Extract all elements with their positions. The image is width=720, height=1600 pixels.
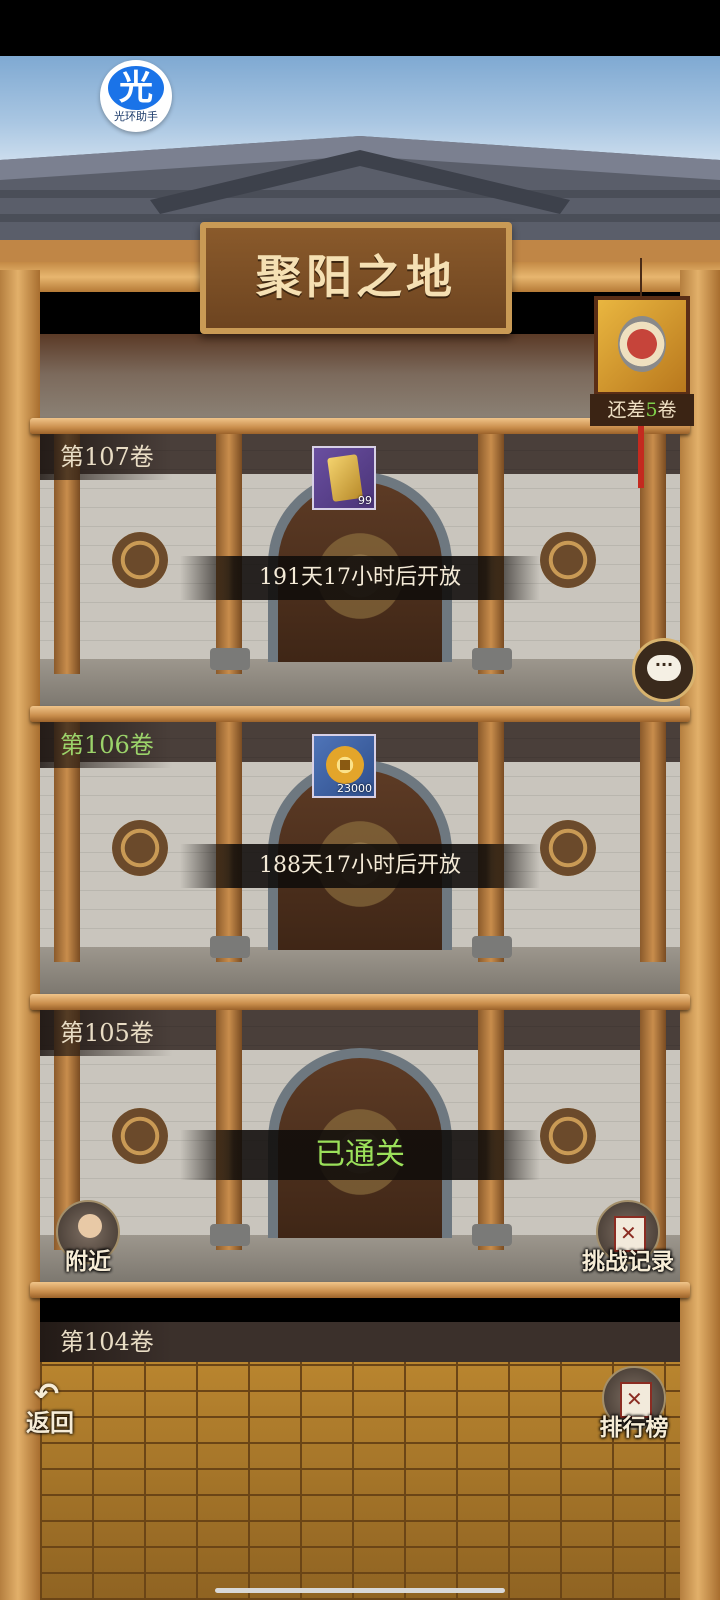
challenge-record-button[interactable]: 挑战记录 (568, 1200, 688, 1276)
title-board: 聚阳之地 (200, 222, 512, 334)
level-card-106[interactable]: 第106卷 23000 188天17小时后开放 (40, 722, 680, 997)
pillar (216, 434, 242, 674)
back-arrow-icon: ↶ (34, 1377, 60, 1412)
level-status-cleared: 已通关 (180, 1130, 540, 1180)
remaining-count-tag: 还差5卷 (590, 394, 694, 426)
status-bar (0, 0, 720, 56)
person-icon (78, 1214, 102, 1238)
floor-divider (30, 706, 690, 722)
lantern-frame (594, 296, 690, 396)
pillar-base (210, 1224, 250, 1246)
reward-quantity: 23000 (337, 782, 372, 795)
level-floor (40, 659, 680, 709)
nearby-button[interactable]: 附近 (38, 1200, 138, 1276)
copper-coin-icon (326, 746, 364, 784)
level-label: 第105卷 (40, 1010, 172, 1056)
pillar (216, 722, 242, 962)
top-floor-strip (40, 334, 680, 424)
round-window-icon (112, 1108, 168, 1164)
round-window-icon (540, 820, 596, 876)
pillar-base (472, 936, 512, 958)
pillar-base (472, 1224, 512, 1246)
round-window-icon (540, 532, 596, 588)
remaining-prefix: 还差 (607, 399, 646, 421)
round-window-icon (112, 820, 168, 876)
back-button[interactable]: ↶ 返回 (20, 1380, 100, 1440)
reward-coin-item[interactable]: 23000 (312, 734, 376, 798)
level-label-current: 第106卷 (40, 722, 172, 768)
page-title: 聚阳之地 (256, 250, 456, 304)
level-label: 第104卷 (40, 1322, 172, 1362)
pillar-base (472, 648, 512, 670)
scroll-reward-icon (618, 316, 666, 372)
back-label: 返回 (26, 1408, 74, 1437)
home-indicator[interactable] (215, 1588, 505, 1593)
ranking-label: 排行榜 (599, 1414, 669, 1441)
level-card-104[interactable]: 第104卷 (40, 1322, 680, 1362)
chat-bubble-icon: ··· (647, 655, 681, 681)
reward-quantity: 99 (358, 494, 372, 507)
challenge-record-label: 挑战记录 (582, 1248, 674, 1275)
crossed-swords-icon (614, 1216, 646, 1252)
level-card-107[interactable]: 第107卷 99 191天17小时后开放 (40, 434, 680, 709)
progress-lantern[interactable]: 还差5卷 (590, 258, 694, 490)
ranking-button[interactable]: 排行榜 (584, 1366, 684, 1442)
remaining-count: 5 (645, 399, 658, 421)
crossed-swords-icon (620, 1382, 652, 1418)
pillar (478, 722, 504, 962)
pillar-base (210, 936, 250, 958)
round-window-icon (540, 1108, 596, 1164)
pillar (478, 434, 504, 674)
assistant-logo-icon: 光 (108, 66, 164, 110)
remaining-suffix: 卷 (657, 399, 677, 421)
round-window-icon (112, 532, 168, 588)
lantern-tassel (638, 426, 644, 488)
level-status: 188天17小时后开放 (180, 844, 540, 888)
assistant-caption: 光环助手 (114, 110, 158, 123)
floor-divider (30, 1282, 690, 1298)
reward-card-item[interactable]: 99 (312, 446, 376, 510)
assistant-badge[interactable]: 光 光环助手 (100, 60, 172, 132)
floor-divider (30, 994, 690, 1010)
nearby-label: 附近 (65, 1248, 111, 1275)
lantern-cord (640, 258, 642, 298)
chat-button[interactable]: ··· (632, 638, 696, 702)
level-label: 第107卷 (40, 434, 172, 480)
pillar (640, 722, 666, 962)
level-floor (40, 947, 680, 997)
pillar-base (210, 648, 250, 670)
level-status: 191天17小时后开放 (180, 556, 540, 600)
